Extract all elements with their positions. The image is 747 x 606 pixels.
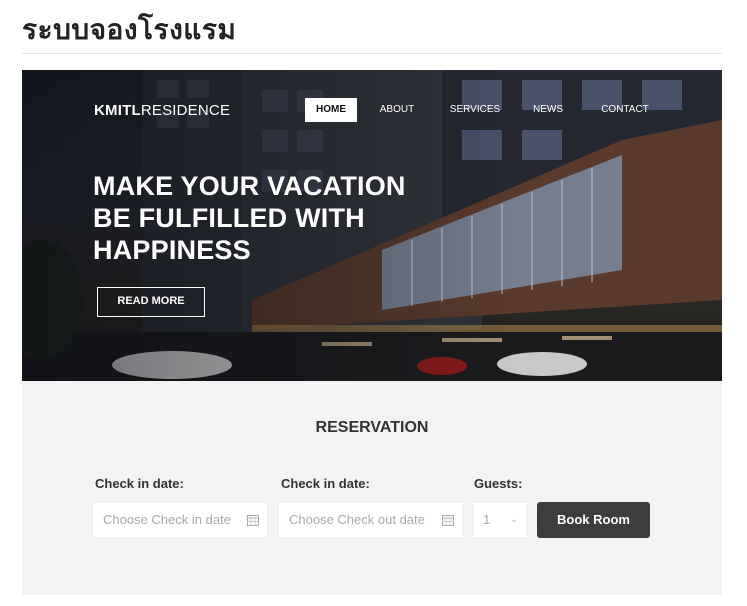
nav-home[interactable]: HOME	[305, 98, 357, 122]
reservation-section: RESERVATION Check in date: Check in date…	[22, 381, 722, 595]
nav-contact[interactable]: CONTACT	[595, 98, 655, 122]
check-in-placeholder: Choose Check in date	[103, 512, 231, 527]
book-room-button[interactable]: Book Room	[537, 502, 650, 538]
read-more-button[interactable]: READ MORE	[97, 287, 205, 317]
title-divider	[22, 53, 722, 54]
check-in-input[interactable]: Choose Check in date	[92, 502, 268, 538]
check-out-input[interactable]: Choose Check out date	[278, 502, 463, 538]
guests-value: 1	[483, 512, 491, 527]
brand-logo-bold: KMITL	[94, 102, 141, 119]
chevron-down-icon: ⌄	[509, 514, 518, 525]
hero-banner: KMITLRESIDENCE HOME ABOUT SERVICES NEWS …	[22, 70, 722, 381]
brand-logo-light: RESIDENCE	[140, 102, 231, 119]
nav-services[interactable]: SERVICES	[445, 98, 505, 122]
brand-logo[interactable]: KMITLRESIDENCE	[94, 102, 230, 119]
nav-news[interactable]: NEWS	[530, 98, 566, 122]
hero-headline-line-2: BE FULFILLED WITH	[93, 203, 365, 233]
hero-headline: MAKE YOUR VACATION BE FULFILLED WITH HAP…	[93, 170, 453, 266]
check-out-label: Check in date:	[281, 476, 370, 491]
page-title: ระบบจองโรงแรม	[22, 13, 237, 46]
check-out-placeholder: Choose Check out date	[289, 512, 425, 527]
hero-headline-line-3: HAPPINESS	[93, 235, 251, 265]
calendar-icon[interactable]	[247, 514, 259, 526]
hero-headline-line-1: MAKE YOUR VACATION	[93, 171, 406, 201]
guests-label: Guests:	[474, 476, 523, 491]
reservation-title: RESERVATION	[315, 419, 429, 436]
calendar-icon[interactable]	[442, 514, 454, 526]
check-in-label: Check in date:	[95, 476, 184, 491]
nav-about[interactable]: ABOUT	[375, 98, 419, 122]
guests-select[interactable]: 1 ⌄	[473, 502, 527, 538]
